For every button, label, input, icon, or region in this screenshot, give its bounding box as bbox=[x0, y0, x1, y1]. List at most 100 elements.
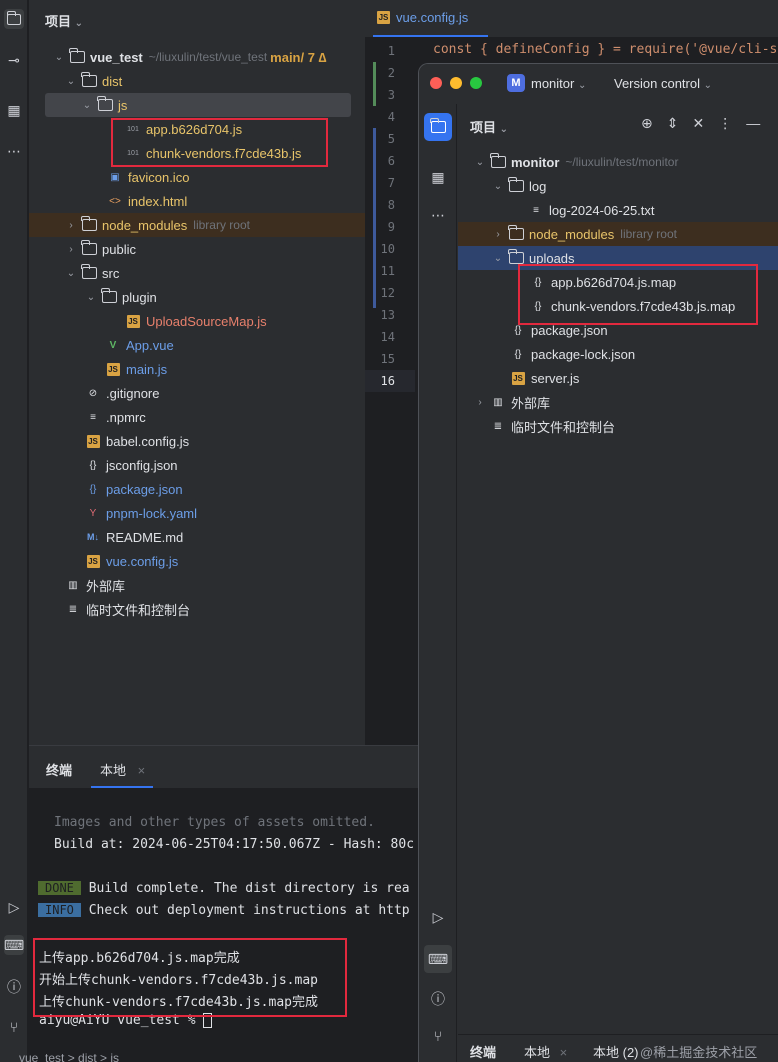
json-file-icon: {} bbox=[89, 459, 97, 471]
terminal-line: INFO Check out deployment instructions a… bbox=[38, 903, 410, 918]
tab-local[interactable]: 本地 × bbox=[100, 760, 145, 779]
close-icon: × bbox=[137, 763, 146, 778]
tree-item-favicon[interactable]: ▣ favicon.ico bbox=[29, 165, 365, 189]
tree-item-index-html[interactable]: <> index.html bbox=[29, 189, 365, 213]
highlight-box bbox=[518, 264, 758, 325]
project-badge: M bbox=[507, 74, 525, 92]
tree-item-external-libs[interactable]: ▥ 外部库 bbox=[29, 573, 365, 597]
more-icon[interactable]: ⋯ bbox=[428, 205, 448, 225]
panel-toolbar[interactable]: ⊕⇕✕⋮— bbox=[641, 115, 774, 132]
html-file-icon: <> bbox=[109, 195, 121, 207]
monitor-window: M monitor ⌄ Version control ⌄ ▦ ⋯ ▷ ⌨ ⓘ … bbox=[418, 63, 778, 1062]
tree-item-log-file[interactable]: ≡ log-2024-06-25.txt bbox=[458, 198, 778, 222]
tree-item-js[interactable]: ⌄ js bbox=[45, 93, 351, 117]
panel-title[interactable]: 项目 ⌄ bbox=[470, 117, 508, 136]
tool-window-strip: ▦ ⋯ ▷ ⌨ ⓘ ⑂ bbox=[419, 104, 457, 1062]
text-file-icon: ≡ bbox=[90, 411, 96, 423]
highlight-box bbox=[33, 938, 347, 1017]
panel-title[interactable]: 项目 ⌄ bbox=[45, 11, 83, 30]
tree-item-package-lock[interactable]: {} package-lock.json bbox=[458, 342, 778, 366]
tree-item-npmrc[interactable]: ≡ .npmrc bbox=[29, 405, 365, 429]
tree-item-vue-test[interactable]: ⌄ vue_test ~/liuxulin/test/vue_test main… bbox=[29, 45, 365, 69]
tree-item-main-js[interactable]: JS main.js bbox=[29, 357, 365, 381]
chevron-right-icon: › bbox=[69, 219, 73, 231]
markdown-file-icon: M↓ bbox=[87, 532, 99, 542]
tree-item-log[interactable]: ⌄ log bbox=[458, 174, 778, 198]
tree-item-readme[interactable]: M↓ README.md bbox=[29, 525, 365, 549]
tab-vue-config[interactable]: JS vue.config.js bbox=[377, 10, 468, 25]
tree-item-pnpm-lock[interactable]: Ypnpm-lock.yaml bbox=[29, 501, 365, 525]
tree-item-jsconfig[interactable]: {} jsconfig.json bbox=[29, 453, 365, 477]
tree-item-package-json[interactable]: {} package.json bbox=[29, 477, 365, 501]
text-file-icon: ≡ bbox=[533, 204, 539, 216]
terminal-line: DONE Build complete. The dist directory … bbox=[38, 881, 410, 896]
terminal-icon[interactable]: ⌨ bbox=[4, 935, 24, 955]
vcs-menu[interactable]: Version control ⌄ bbox=[614, 76, 712, 91]
problems-icon[interactable]: ⓘ bbox=[428, 989, 448, 1009]
tree-item-uploadsourcemap[interactable]: JS UploadSourceMap.js bbox=[29, 309, 365, 333]
tool-window-strip: ⊸ ▦ ⋯ ▷ ⌨ ⓘ ⑂ bbox=[0, 0, 28, 1062]
project-panel: 项目 ⌄ ⊕⇕✕⋮— ⌄ monitor ~/liuxulin/test/moni… bbox=[458, 104, 778, 1034]
more-icon: ⋮ bbox=[718, 115, 747, 131]
scratch-icon: ≣ bbox=[493, 420, 503, 432]
git-icon[interactable]: ⑂ bbox=[428, 1026, 448, 1046]
window-titlebar: M monitor ⌄ Version control ⌄ bbox=[419, 64, 778, 104]
locate-icon: ⊕ bbox=[641, 115, 667, 131]
terminal-panel: 终端 本地 × Images and other types of assets… bbox=[19, 745, 418, 1062]
code-line-1[interactable]: const { defineConfig } = require('@vue/c… bbox=[433, 42, 778, 57]
folder-icon[interactable] bbox=[4, 9, 24, 29]
more-icon[interactable]: ⋯ bbox=[4, 141, 24, 161]
tree-item-gitignore[interactable]: ⊘ .gitignore bbox=[29, 381, 365, 405]
problems-icon[interactable]: ⓘ bbox=[4, 977, 24, 997]
tab-local[interactable]: 本地 × bbox=[524, 1042, 567, 1061]
highlight-box bbox=[111, 118, 328, 167]
image-file-icon: ▣ bbox=[110, 171, 120, 183]
tab-local-2[interactable]: 本地 (2) bbox=[593, 1042, 639, 1061]
project-panel: 项目 ⌄ ⌄ vue_test ~/liuxulin/test/vue_test… bbox=[29, 0, 365, 745]
close-button[interactable] bbox=[430, 77, 442, 89]
run-icon[interactable]: ▷ bbox=[428, 907, 448, 927]
folder-icon[interactable] bbox=[424, 113, 452, 141]
terminal-line: Build at: 2024-06-25T04:17:50.067Z - Has… bbox=[54, 837, 415, 852]
tree-item-src[interactable]: ⌄ src bbox=[29, 261, 365, 285]
git-icon[interactable]: ⑂ bbox=[4, 1017, 24, 1037]
tree-item-server-js[interactable]: JS server.js bbox=[458, 366, 778, 390]
change-marker bbox=[373, 128, 376, 308]
terminal-line: Images and other types of assets omitted… bbox=[54, 815, 375, 830]
tree-item-monitor[interactable]: ⌄ monitor ~/liuxulin/test/monitor bbox=[458, 150, 778, 174]
terminal-tabs: 终端 本地 × bbox=[29, 746, 418, 788]
editor-tabs: JS vue.config.js bbox=[365, 0, 778, 38]
bottom-tabs: 终端 本地 × 本地 (2) @稀土掘金技术社区 bbox=[458, 1034, 778, 1062]
structure-icon[interactable]: ▦ bbox=[428, 167, 448, 187]
structure-icon[interactable]: ▦ bbox=[4, 100, 24, 120]
commit-icon[interactable]: ⊸ bbox=[4, 50, 24, 70]
tree-item-node-modules[interactable]: › node_modules library root bbox=[458, 222, 778, 246]
expand-icon: ⇕ bbox=[666, 115, 693, 131]
ignore-file-icon: ⊘ bbox=[88, 387, 98, 399]
watermark: @稀土掘金技术社区 bbox=[640, 1045, 758, 1060]
tree-item-dist[interactable]: ⌄ dist bbox=[29, 69, 365, 93]
tree-item-babel-config[interactable]: JS babel.config.js bbox=[29, 429, 365, 453]
tree-item-app-vue[interactable]: V App.vue bbox=[29, 333, 365, 357]
tree-item-node-modules[interactable]: › node_modules library root bbox=[29, 213, 365, 237]
library-icon: ▥ bbox=[68, 579, 78, 591]
scratch-icon: ≣ bbox=[68, 603, 78, 615]
tree-item-external-libs[interactable]: › ▥ 外部库 bbox=[458, 390, 778, 414]
tab-terminal[interactable]: 终端 bbox=[46, 760, 72, 779]
project-switcher[interactable]: monitor ⌄ bbox=[531, 76, 586, 91]
change-marker bbox=[373, 62, 376, 106]
maximize-button[interactable] bbox=[470, 77, 482, 89]
tree-item-plugin[interactable]: ⌄ plugin bbox=[29, 285, 365, 309]
tree-item-scratches[interactable]: ≣ 临时文件和控制台 bbox=[29, 597, 365, 621]
chevron-down-icon: ⌄ bbox=[54, 51, 64, 63]
tree-item-scratches[interactable]: ≣ 临时文件和控制台 bbox=[458, 414, 778, 438]
run-icon[interactable]: ▷ bbox=[4, 897, 24, 917]
js-file-icon: JS bbox=[126, 314, 140, 328]
tree-item-public[interactable]: › public bbox=[29, 237, 365, 261]
tab-terminal[interactable]: 终端 bbox=[470, 1042, 496, 1061]
minimize-button[interactable] bbox=[450, 77, 462, 89]
tree-item-vue-config[interactable]: JS vue.config.js bbox=[29, 549, 365, 573]
terminal-icon[interactable]: ⌨ bbox=[424, 945, 452, 973]
library-icon: ▥ bbox=[493, 396, 503, 408]
hide-icon: — bbox=[746, 115, 775, 131]
